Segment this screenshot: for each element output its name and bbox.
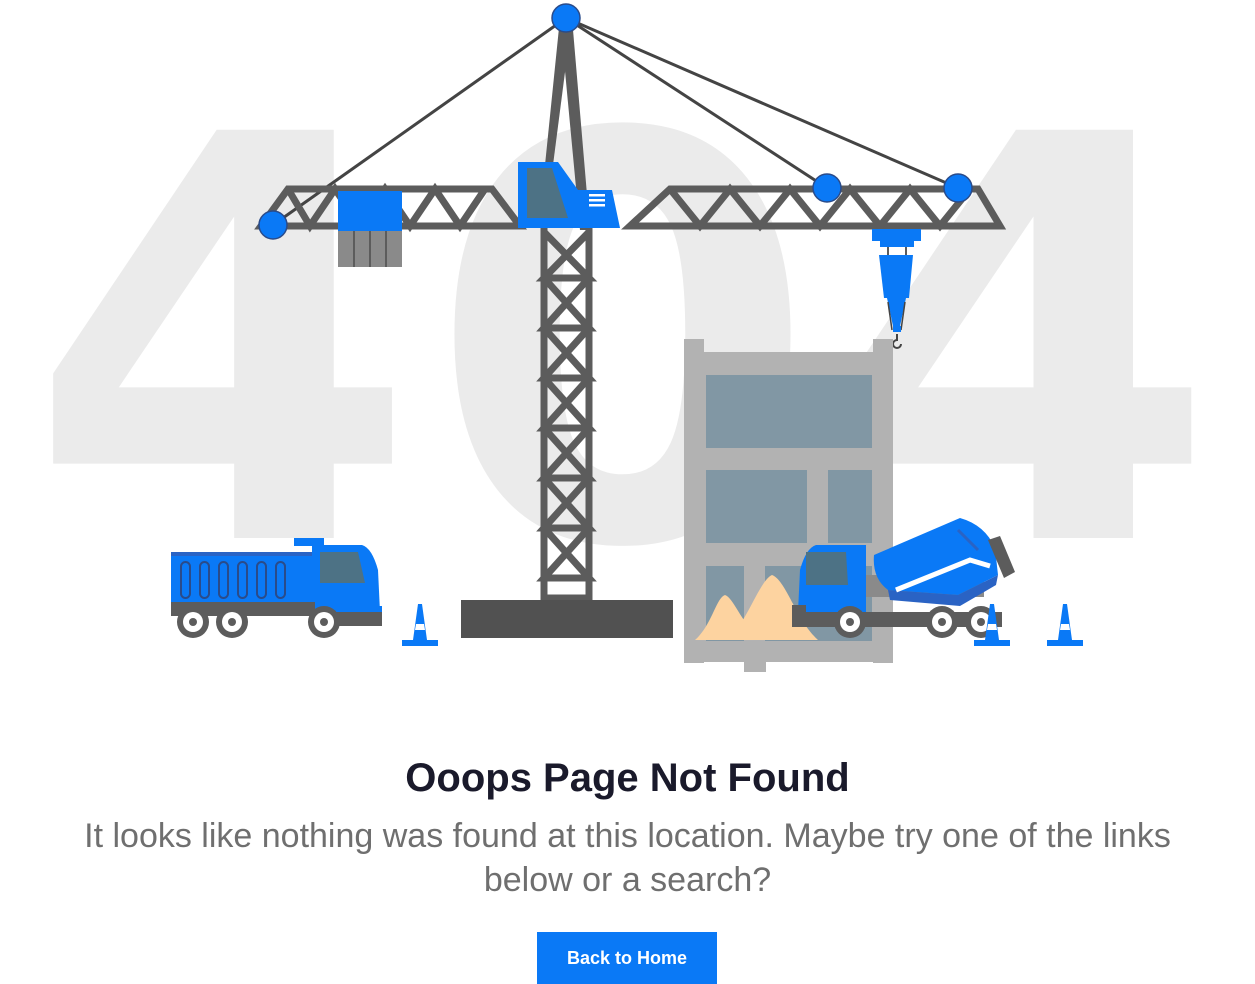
crane-base	[461, 600, 673, 638]
crane-tower	[535, 228, 598, 602]
traffic-cone-icon	[1047, 604, 1083, 646]
traffic-cone-icon	[402, 604, 438, 646]
crane-cab	[518, 162, 620, 228]
crane-scene-graphic	[171, 3, 1083, 672]
crane-counterweight	[338, 191, 402, 267]
construction-illustration: 404	[0, 0, 1255, 700]
back-to-home-button[interactable]: Back to Home	[537, 932, 717, 984]
crane-hook	[872, 229, 921, 349]
error-message: It looks like nothing was found at this …	[84, 817, 1171, 899]
dump-truck	[171, 538, 382, 638]
page-title: Ooops Page Not Found	[405, 756, 850, 800]
